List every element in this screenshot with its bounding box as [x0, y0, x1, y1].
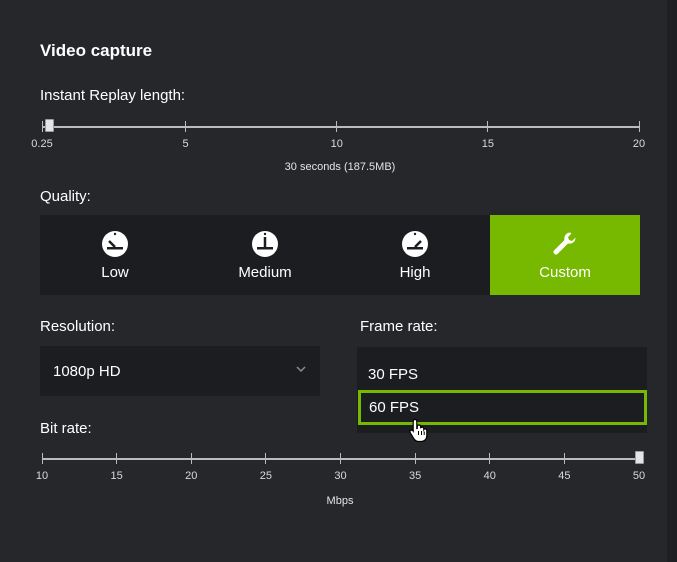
slider-tick — [185, 121, 187, 132]
wrench-icon — [553, 231, 576, 254]
quality-option-low[interactable]: Low — [40, 215, 190, 295]
quality-option-medium[interactable]: Medium — [190, 215, 340, 295]
slider-tick-label: 35 — [409, 470, 422, 482]
quality-option-high[interactable]: High — [340, 215, 490, 295]
gauge-medium-icon — [252, 230, 278, 257]
slider-tick-label: 10 — [35, 470, 49, 482]
slider-tick — [340, 453, 341, 464]
frame-rate-option-60[interactable]: 60 FPS — [358, 390, 647, 425]
slider-tick — [489, 453, 491, 464]
slider-tick-label: 30 — [334, 470, 347, 482]
frame-rate-option-30[interactable]: 30 FPS — [357, 357, 647, 391]
slider-tick-label: 20 — [185, 470, 198, 482]
slider-tick-label: 40 — [483, 470, 496, 482]
resolution-value: 1080p HD — [53, 362, 121, 380]
quality-selector[interactable]: Low Medium High Custom — [40, 215, 640, 295]
hand-cursor-icon — [409, 418, 428, 442]
slider-tick — [190, 453, 192, 464]
slider-tick — [563, 453, 565, 464]
quality-option-label: Custom — [539, 263, 591, 281]
bitrate-slider[interactable]: 10 15 20 25 30 35 40 45 50 — [36, 451, 645, 482]
replay-length-slider[interactable]: 0.25 5 10 15 20 — [31, 119, 645, 150]
resolution-label: Resolution: — [40, 318, 116, 335]
quality-option-label: Low — [101, 263, 129, 281]
slider-tick-label: 45 — [558, 470, 571, 482]
slider-tick-label: 10 — [330, 138, 343, 150]
slider-tick — [41, 453, 43, 464]
gauge-high-icon — [402, 230, 428, 257]
slider-tick-label: 20 — [632, 138, 646, 150]
resolution-dropdown[interactable]: 1080p HD — [40, 346, 320, 396]
quality-option-label: High — [399, 263, 431, 281]
slider-tick — [116, 453, 118, 464]
replay-length-value: 30 seconds (187.5MB) — [284, 161, 396, 173]
slider-thumb[interactable] — [634, 451, 644, 464]
slider-tick — [487, 121, 489, 132]
bitrate-label: Bit rate: — [40, 420, 92, 437]
quality-label: Quality: — [40, 188, 91, 205]
frame-rate-dropdown-list[interactable]: 30 FPS 60 FPS — [357, 347, 647, 433]
frame-rate-label: Frame rate: — [360, 318, 438, 335]
replay-length-label: Instant Replay length: — [40, 87, 186, 104]
slider-tick-label: 25 — [259, 470, 272, 482]
window-edge — [667, 0, 677, 562]
quality-option-label: Medium — [238, 263, 292, 281]
slider-tick — [414, 453, 416, 464]
chevron-down-icon — [296, 366, 306, 373]
slider-tick-label: 15 — [110, 470, 123, 482]
slider-tick — [41, 121, 43, 132]
slider-tick — [336, 121, 338, 132]
bitrate-unit: Mbps — [326, 495, 354, 507]
quality-option-custom[interactable]: Custom — [490, 215, 640, 295]
slider-thumb[interactable] — [45, 119, 55, 132]
slider-tick-label: 50 — [632, 470, 646, 482]
gauge-low-icon — [102, 230, 128, 257]
slider-tick-label: 15 — [481, 138, 494, 150]
slider-tick — [638, 121, 640, 132]
slider-tick — [265, 453, 267, 464]
section-title: Video capture — [40, 41, 153, 60]
slider-track — [42, 126, 639, 128]
slider-tick-label: 0.25 — [31, 138, 53, 150]
slider-tick-label: 5 — [182, 138, 189, 150]
